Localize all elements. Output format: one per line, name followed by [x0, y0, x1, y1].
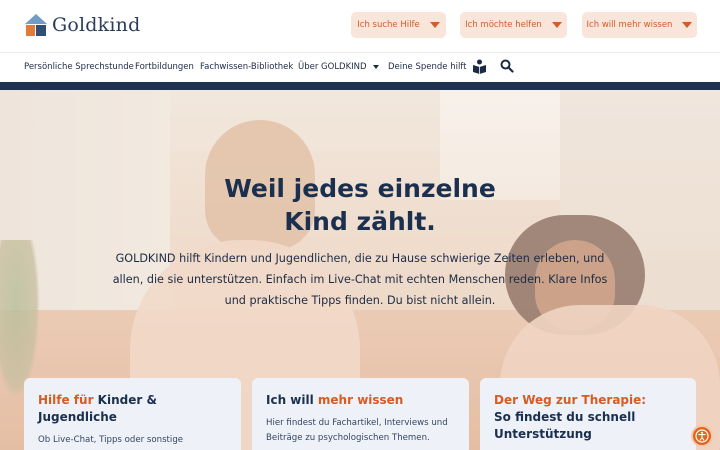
header-divider-bar	[0, 82, 720, 90]
card-learn-more-text: Hier findest du Fachartikel, Interviews …	[266, 418, 448, 443]
card-help-kids-text: Ob Live-Chat, Tipps oder sonstige Inform…	[38, 435, 184, 445]
nav-item-bibliothek[interactable]: Fachwissen-Bibliothek	[200, 62, 293, 72]
book-reader-icon[interactable]	[472, 59, 487, 77]
learn-more-label: Ich will mehr wissen	[586, 20, 673, 30]
logo[interactable]: Goldkind	[24, 12, 140, 38]
hero-description: GOLDKIND hilft Kindern und Jugendlichen,…	[112, 252, 608, 307]
nav-item-ueber-goldkind[interactable]: Über GOLDKIND	[298, 62, 379, 72]
card-learn-more-title-pre: Ich will	[266, 393, 318, 407]
card-learn-more[interactable]: Ich will mehr wissen Hier findest du Fac…	[252, 378, 469, 450]
chevron-down-icon	[551, 22, 562, 28]
learn-more-button[interactable]: Ich will mehr wissen	[582, 12, 697, 38]
accessibility-icon	[695, 429, 709, 443]
card-learn-more-title-highlight: mehr wissen	[317, 393, 404, 407]
nav-item-spende[interactable]: Deine Spende hilft	[388, 62, 466, 72]
need-help-button[interactable]: Ich suche Hilfe	[351, 12, 446, 38]
accessibility-button[interactable]	[691, 425, 713, 447]
want-to-help-label: Ich möchte helfen	[465, 20, 542, 30]
hero-title-line1: Weil jedes einzelne	[224, 174, 496, 203]
nav-item-fortbildungen[interactable]: Fortbildungen	[135, 62, 194, 72]
hero-title: Weil jedes einzelne Kind zählt.	[160, 172, 560, 238]
card-help-kids-title: Hilfe für Kinder & Jugendliche	[38, 392, 227, 426]
nav-item-sprechstunde[interactable]: Persönliche Sprechstunde	[24, 62, 134, 72]
card-therapy-title: Der Weg zur Therapie: So findest du schne…	[494, 392, 682, 443]
card-learn-more-title: Ich will mehr wissen	[266, 392, 455, 409]
card-help-kids[interactable]: Hilfe für Kinder & Jugendliche Ob Live-C…	[24, 378, 241, 450]
need-help-label: Ich suche Hilfe	[357, 20, 420, 30]
hero-title-line2: Kind zählt.	[284, 207, 436, 236]
chevron-down-icon	[682, 22, 693, 28]
chevron-down-icon	[429, 22, 440, 28]
card-help-kids-title-highlight: Hilfe für	[38, 393, 94, 407]
chevron-down-icon	[372, 64, 379, 69]
site-header: Goldkind Ich suche Hilfe Ich möchte helf…	[0, 0, 720, 52]
main-navigation: Persönliche Sprechstunde Fortbildungen F…	[0, 52, 720, 82]
search-icon[interactable]	[500, 59, 514, 76]
nav-item-ueber-label: Über GOLDKIND	[298, 62, 367, 72]
brand-name: Goldkind	[52, 14, 141, 36]
card-therapy-title-highlight: Der Weg zur Therapie:	[494, 393, 647, 407]
card-therapy-title-rest: So findest du schnell Unterstützung	[494, 410, 636, 441]
card-therapy[interactable]: Der Weg zur Therapie: So findest du schne…	[480, 378, 696, 450]
want-to-help-button[interactable]: Ich möchte helfen	[460, 12, 567, 38]
house-logo-icon	[24, 12, 48, 38]
